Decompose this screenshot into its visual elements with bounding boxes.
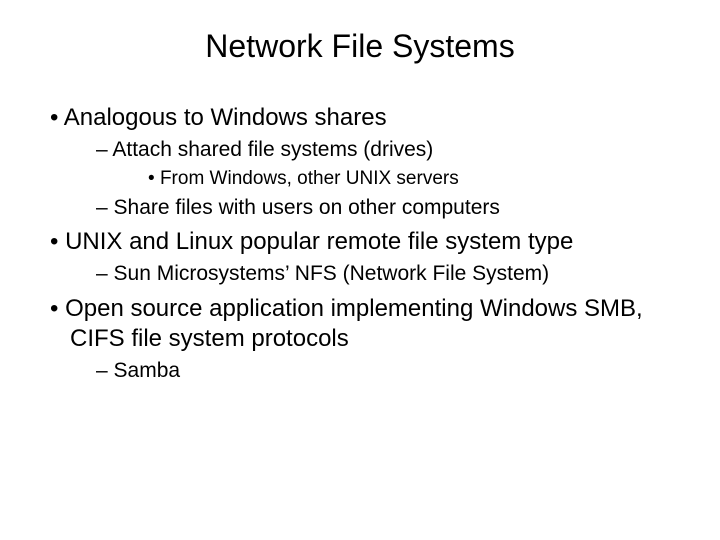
bullet-level3: From Windows, other UNIX servers	[14, 167, 720, 191]
bullet-level1: UNIX and Linux popular remote file syste…	[20, 227, 720, 257]
slide-title: Network File Systems	[0, 0, 720, 97]
bullet-level1: Analogous to Windows shares	[20, 103, 720, 133]
bullet-level1: Open source application implementing Win…	[20, 294, 720, 354]
bullet-level2: Samba	[18, 358, 720, 384]
bullet-level2: Attach shared file systems (drives)	[18, 137, 720, 163]
bullet-level2: Share files with users on other computer…	[18, 195, 720, 221]
slide-body: Analogous to Windows shares Attach share…	[0, 103, 720, 384]
slide: Network File Systems Analogous to Window…	[0, 0, 720, 540]
bullet-level2: Sun Microsystems’ NFS (Network File Syst…	[18, 261, 720, 287]
